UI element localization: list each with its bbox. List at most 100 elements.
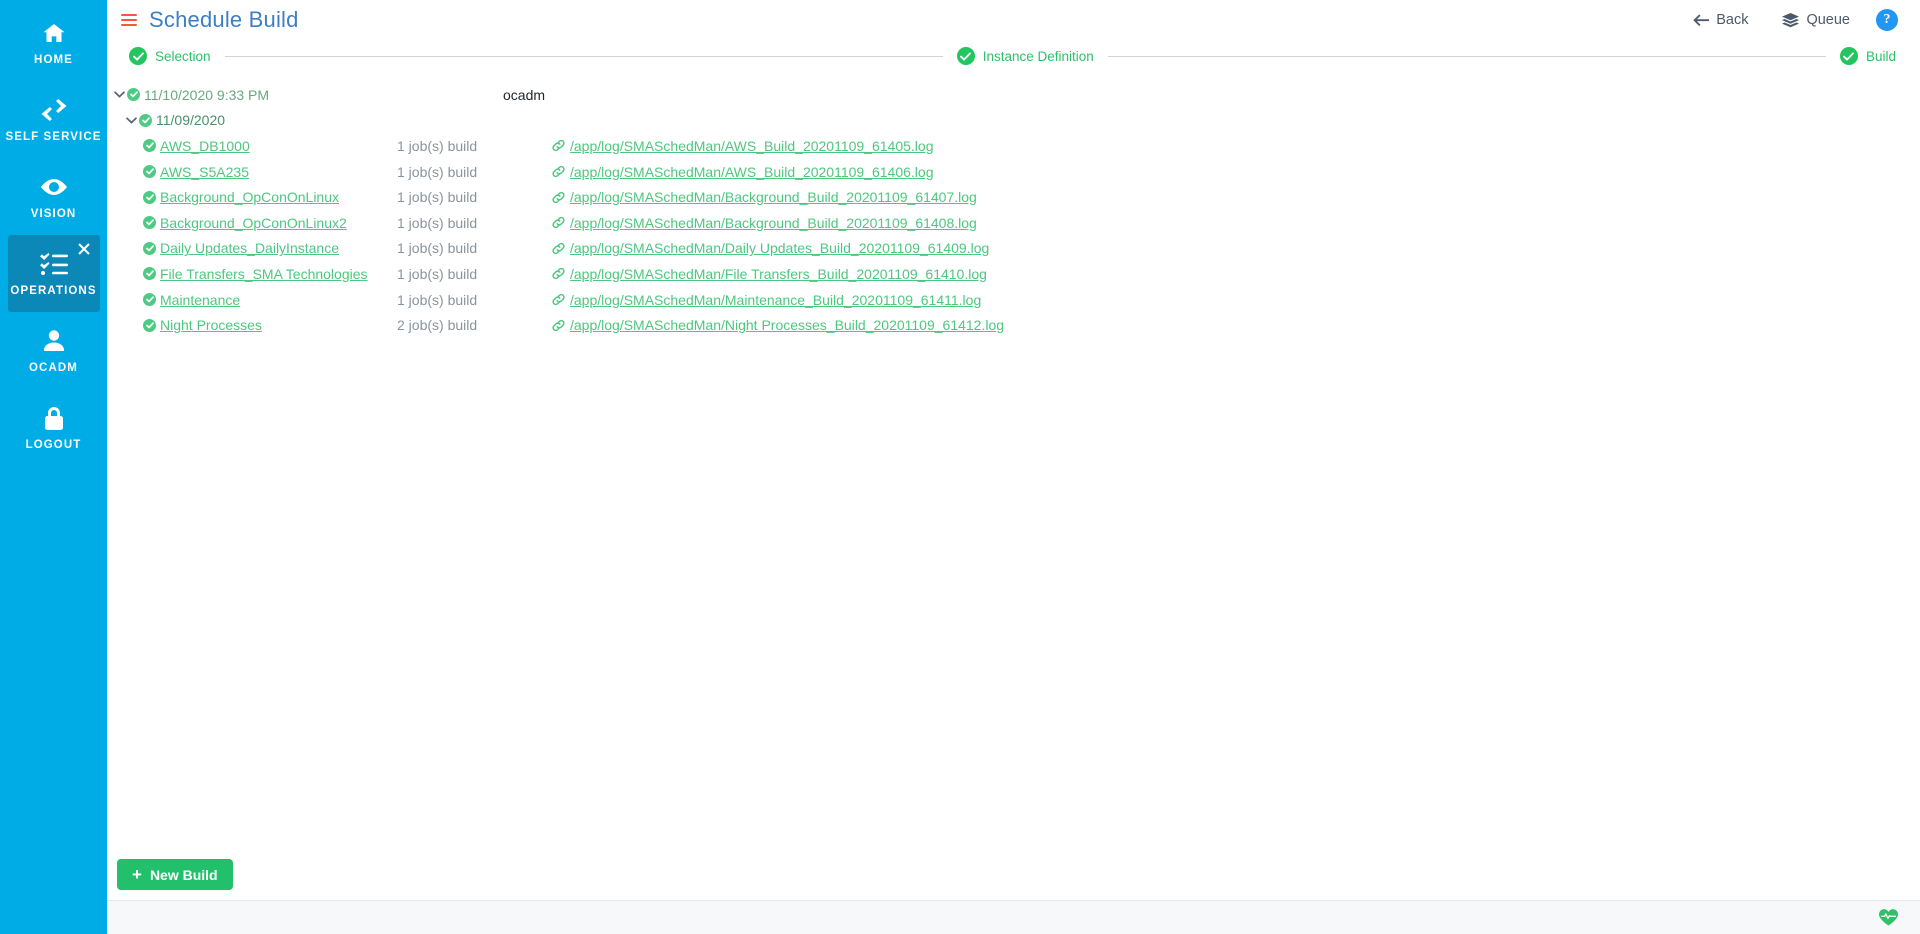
link-icon — [552, 267, 565, 280]
row-name-cell: Daily Updates_DailyInstance — [107, 240, 397, 256]
row-name-cell: Background_OpConOnLinux2 — [107, 215, 397, 231]
sidebar-item-vision[interactable]: VISION — [0, 158, 107, 235]
row-log-cell: /app/log/SMASchedMan/Daily Updates_Build… — [552, 240, 989, 256]
close-icon[interactable] — [77, 242, 91, 256]
log-file-link[interactable]: /app/log/SMASchedMan/Maintenance_Build_2… — [570, 292, 981, 308]
chevron-down-icon[interactable] — [123, 112, 139, 128]
step-build[interactable]: Build — [1839, 47, 1896, 65]
schedule-name-link[interactable]: AWS_S5A235 — [160, 164, 249, 180]
row-jobs-count: 1 job(s) build — [397, 240, 478, 257]
table-row[interactable]: Daily Updates_DailyInstance 1 job(s) bui… — [107, 236, 1920, 262]
sidebar-item-label: OCADM — [29, 362, 78, 375]
eye-icon — [39, 172, 69, 202]
schedule-name-link[interactable]: Maintenance — [160, 292, 240, 308]
row-jobs-count: 1 job(s) build — [397, 214, 478, 231]
row-log-cell: /app/log/SMASchedMan/AWS_Build_20201109_… — [552, 138, 933, 154]
row-name-cell: Maintenance — [107, 292, 397, 308]
sidebar-item-logout[interactable]: LOGOUT — [0, 389, 107, 466]
step-instance-definition[interactable]: Instance Definition — [956, 47, 1094, 65]
status-check-icon — [127, 88, 140, 102]
status-bar — [107, 900, 1920, 934]
row-log-cell: /app/log/SMASchedMan/File Transfers_Buil… — [552, 266, 987, 282]
tree-row-root[interactable]: 11/10/2020 9:33 PM ocadm — [107, 82, 1920, 108]
schedule-name-link[interactable]: Background_OpConOnLinux — [160, 189, 339, 205]
row-name-cell: AWS_DB1000 — [107, 138, 397, 154]
sidebar-item-ocadm[interactable]: OCADM — [0, 312, 107, 389]
row-log-cell: /app/log/SMASchedMan/AWS_Build_20201109_… — [552, 164, 933, 180]
queue-button[interactable]: Queue — [1782, 12, 1850, 28]
app-root: HOME SELF SERVICE VISION OPERATIONS OCAD… — [0, 0, 1920, 934]
tree-root-date: 11/10/2020 9:33 PM — [144, 86, 270, 103]
step-label: Selection — [155, 48, 211, 64]
heartbeat-icon[interactable] — [1879, 909, 1898, 926]
link-icon — [552, 191, 565, 204]
back-button[interactable]: Back — [1693, 12, 1748, 28]
sidebar-item-label: SELF SERVICE — [5, 131, 102, 144]
table-row[interactable]: Background_OpConOnLinux2 1 job(s) build … — [107, 210, 1920, 236]
log-file-link[interactable]: /app/log/SMASchedMan/File Transfers_Buil… — [570, 266, 987, 282]
tree-row-group[interactable]: 11/09/2020 — [107, 108, 1920, 134]
row-name-cell: Night Processes — [107, 317, 397, 333]
log-file-link[interactable]: /app/log/SMASchedMan/AWS_Build_20201109_… — [570, 138, 933, 154]
step-label: Build — [1865, 48, 1896, 64]
row-jobs-count: 1 job(s) build — [397, 291, 478, 308]
main-sidebar: HOME SELF SERVICE VISION OPERATIONS OCAD… — [0, 0, 107, 934]
tree-root-name-cell: 11/10/2020 9:33 PM — [107, 87, 397, 103]
log-file-link[interactable]: /app/log/SMASchedMan/Background_Build_20… — [570, 189, 977, 205]
schedule-name-link[interactable]: AWS_DB1000 — [160, 138, 250, 154]
sidebar-item-label: OPERATIONS — [10, 285, 97, 298]
row-log-cell: /app/log/SMASchedMan/Night Processes_Bui… — [552, 317, 1004, 333]
hamburger-icon[interactable] — [121, 12, 139, 28]
table-row[interactable]: Maintenance 1 job(s) build /app/log/SMAS… — [107, 287, 1920, 313]
arrow-left-icon — [1693, 13, 1710, 27]
schedule-name-link[interactable]: File Transfers_SMA Technologies — [160, 266, 368, 282]
new-build-button[interactable]: + New Build — [117, 859, 233, 890]
row-log-cell: /app/log/SMASchedMan/Background_Build_20… — [552, 215, 977, 231]
chevron-down-icon[interactable] — [111, 87, 127, 103]
log-file-link[interactable]: /app/log/SMASchedMan/Daily Updates_Build… — [570, 240, 989, 256]
log-file-link[interactable]: /app/log/SMASchedMan/AWS_Build_20201109_… — [570, 164, 933, 180]
sidebar-item-operations[interactable]: OPERATIONS — [7, 235, 100, 312]
row-jobs-count: 2 job(s) build — [397, 317, 478, 334]
link-icon — [552, 319, 565, 332]
sidebar-item-label: LOGOUT — [25, 439, 82, 452]
queue-button-label: Queue — [1806, 12, 1850, 28]
status-check-icon — [143, 241, 156, 255]
table-row[interactable]: Night Processes 2 job(s) build /app/log/… — [107, 312, 1920, 338]
log-file-link[interactable]: /app/log/SMASchedMan/Night Processes_Bui… — [570, 317, 1004, 333]
stepper-connector — [1107, 55, 1826, 57]
schedule-name-link[interactable]: Night Processes — [160, 317, 262, 333]
step-label: Instance Definition — [982, 48, 1094, 64]
status-check-icon — [143, 318, 156, 332]
plus-icon: + — [132, 865, 142, 884]
table-row[interactable]: File Transfers_SMA Technologies 1 job(s)… — [107, 261, 1920, 287]
log-file-link[interactable]: /app/log/SMASchedMan/Background_Build_20… — [570, 215, 977, 231]
page-title: Schedule Build — [149, 7, 299, 32]
check-icon — [129, 47, 147, 65]
stepper-connector — [224, 55, 943, 57]
row-log-cell: /app/log/SMASchedMan/Maintenance_Build_2… — [552, 292, 981, 308]
wizard-stepper: Selection Instance Definition Build — [107, 40, 1920, 72]
checklist-icon — [39, 249, 68, 279]
table-row[interactable]: Background_OpConOnLinux 1 job(s) build /… — [107, 184, 1920, 210]
build-results-tree: 11/10/2020 9:33 PM ocadm 11/09/2020 AWS_… — [107, 72, 1920, 859]
schedule-name-link[interactable]: Daily Updates_DailyInstance — [160, 240, 339, 256]
footer-actions: + New Build — [107, 859, 1920, 900]
sidebar-item-self-service[interactable]: SELF SERVICE — [0, 81, 107, 158]
row-jobs-count: 1 job(s) build — [397, 189, 478, 206]
row-name-cell: AWS_S5A235 — [107, 164, 397, 180]
table-row[interactable]: AWS_DB1000 1 job(s) build /app/log/SMASc… — [107, 133, 1920, 159]
step-selection[interactable]: Selection — [129, 47, 211, 65]
check-icon — [1839, 47, 1858, 65]
status-check-icon — [143, 165, 156, 179]
status-check-icon — [143, 190, 156, 204]
layers-icon — [1782, 12, 1800, 28]
status-check-icon — [143, 216, 156, 230]
help-icon[interactable]: ? — [1876, 9, 1898, 31]
sidebar-item-home[interactable]: HOME — [0, 4, 107, 81]
schedule-name-link[interactable]: Background_OpConOnLinux2 — [160, 215, 347, 231]
table-row[interactable]: AWS_S5A235 1 job(s) build /app/log/SMASc… — [107, 159, 1920, 185]
status-check-icon — [143, 267, 156, 281]
tree-root-owner: ocadm — [503, 86, 546, 103]
status-check-icon — [143, 293, 156, 307]
